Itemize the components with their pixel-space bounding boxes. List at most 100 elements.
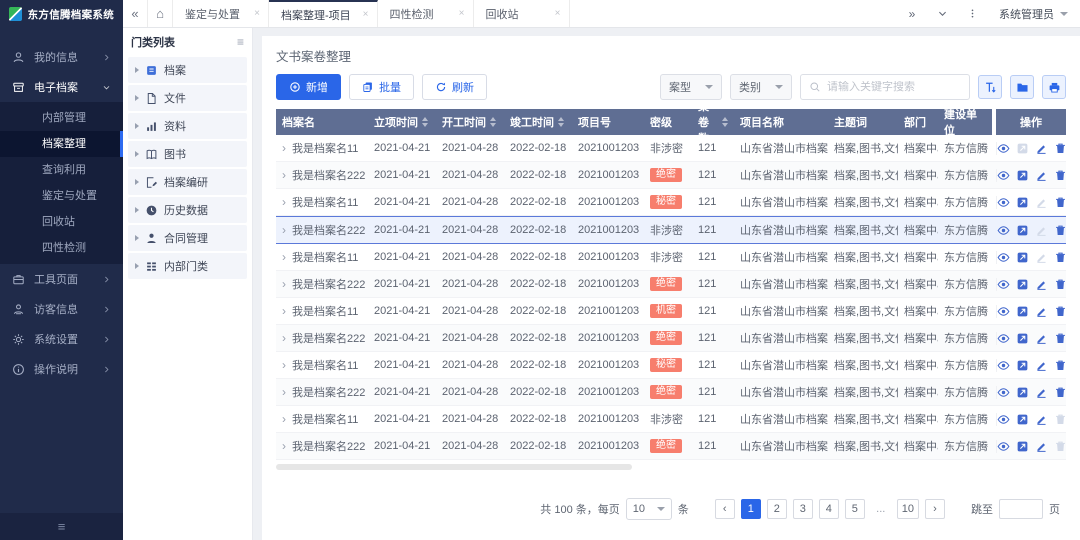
- page-button-5[interactable]: 5: [844, 499, 865, 519]
- category-select[interactable]: 类别: [730, 74, 792, 100]
- tree-item-archive[interactable]: 档案: [128, 57, 247, 83]
- relate-icon[interactable]: [1016, 413, 1029, 426]
- relate-icon[interactable]: [1016, 332, 1029, 345]
- view-icon[interactable]: [997, 196, 1010, 209]
- delete-icon[interactable]: [1054, 251, 1067, 264]
- expand-caret-icon[interactable]: [135, 95, 139, 101]
- filter-button[interactable]: [978, 75, 1002, 99]
- sort-icon[interactable]: [722, 117, 728, 127]
- close-icon[interactable]: ×: [363, 9, 369, 20]
- page-button-4[interactable]: 4: [818, 499, 839, 519]
- column-header-2[interactable]: 开工时间: [436, 109, 504, 135]
- edit-icon[interactable]: [1035, 305, 1048, 318]
- table-row[interactable]: › 我是档案名11 2021-04-21 2021-04-28 2022-02-18 20…: [276, 135, 1066, 162]
- expand-caret-icon[interactable]: [135, 207, 139, 213]
- table-row[interactable]: › 我是档案名222 2021-04-21 2021-04-28 2022-02-18 2…: [276, 216, 1066, 244]
- sidebar-collapse-button[interactable]: ≡: [0, 513, 123, 540]
- case-type-select[interactable]: 案型: [660, 74, 722, 100]
- column-header-3[interactable]: 竣工时间: [504, 109, 572, 135]
- expand-caret-icon[interactable]: [135, 151, 139, 157]
- edit-icon[interactable]: [1035, 440, 1048, 453]
- delete-icon[interactable]: [1054, 305, 1067, 318]
- relate-icon[interactable]: [1016, 440, 1029, 453]
- add-button[interactable]: 新增: [276, 74, 341, 100]
- relate-icon[interactable]: [1016, 169, 1029, 182]
- delete-icon[interactable]: [1054, 196, 1067, 209]
- tab-appraisal-disposal[interactable]: 鉴定与处置 ×: [173, 0, 269, 27]
- delete-icon[interactable]: [1054, 169, 1067, 182]
- edit-icon[interactable]: [1035, 169, 1048, 182]
- view-icon[interactable]: [997, 332, 1010, 345]
- sidebar-subitem-four-check[interactable]: 四性检测: [0, 235, 123, 261]
- expand-caret-icon[interactable]: ›: [282, 277, 286, 291]
- view-icon[interactable]: [997, 305, 1010, 318]
- delete-icon[interactable]: [1054, 332, 1067, 345]
- sort-icon[interactable]: [422, 117, 428, 127]
- table-row[interactable]: › 我是档案名222 2021-04-21 2021-04-28 2022-02-18 2…: [276, 379, 1066, 406]
- sidebar-subitem-appraisal[interactable]: 鉴定与处置: [0, 183, 123, 209]
- column-header-6[interactable]: 案卷数: [692, 101, 734, 145]
- view-icon[interactable]: [997, 359, 1010, 372]
- expand-caret-icon[interactable]: ›: [282, 385, 286, 399]
- expand-caret-icon[interactable]: [135, 179, 139, 185]
- table-row[interactable]: › 我是档案名222 2021-04-21 2021-04-28 2022-02-18 2…: [276, 162, 1066, 189]
- sidebar-subitem-query[interactable]: 查询利用: [0, 157, 123, 183]
- expand-caret-icon[interactable]: [135, 67, 139, 73]
- delete-icon[interactable]: [1054, 278, 1067, 291]
- relate-icon[interactable]: [1016, 359, 1029, 372]
- tree-item-file[interactable]: 文件: [128, 85, 247, 111]
- next-page-button[interactable]: ›: [925, 499, 945, 519]
- relate-icon[interactable]: [1016, 224, 1029, 237]
- table-row[interactable]: › 我是档案名11 2021-04-21 2021-04-28 2022-02-18 20…: [276, 189, 1066, 216]
- tab-archive-project[interactable]: 档案整理-项目 ×: [269, 0, 378, 27]
- relate-icon[interactable]: [1016, 251, 1029, 264]
- delete-icon[interactable]: [1054, 386, 1067, 399]
- edit-icon[interactable]: [1035, 332, 1048, 345]
- tab-recycle[interactable]: 回收站 ×: [473, 0, 570, 27]
- expand-caret-icon[interactable]: ›: [282, 331, 286, 345]
- sidebar-item-settings[interactable]: 系统设置: [0, 324, 123, 354]
- relate-icon[interactable]: [1016, 386, 1029, 399]
- column-header-1[interactable]: 立项时间: [368, 109, 436, 135]
- relate-icon[interactable]: [1016, 305, 1029, 318]
- panel-menu-icon[interactable]: ≡: [237, 35, 244, 49]
- expand-caret-icon[interactable]: ›: [282, 195, 286, 209]
- sidebar-item-help[interactable]: 操作说明: [0, 354, 123, 384]
- view-icon[interactable]: [997, 142, 1010, 155]
- double-chevron-right-button[interactable]: »: [897, 7, 927, 21]
- page-button-3[interactable]: 3: [792, 499, 813, 519]
- table-row[interactable]: › 我是档案名11 2021-04-21 2021-04-28 2022-02-18 20…: [276, 298, 1066, 325]
- prev-page-button[interactable]: ‹: [714, 499, 735, 519]
- sort-icon[interactable]: [558, 117, 564, 127]
- tree-item-research[interactable]: 档案编研: [128, 169, 247, 195]
- table-row[interactable]: › 我是档案名11 2021-04-21 2021-04-28 2022-02-18 20…: [276, 244, 1066, 271]
- expand-caret-icon[interactable]: ›: [282, 358, 286, 372]
- expand-caret-icon[interactable]: ›: [282, 304, 286, 318]
- table-row[interactable]: › 我是档案名222 2021-04-21 2021-04-28 2022-02-18 2…: [276, 433, 1066, 460]
- delete-icon[interactable]: [1054, 142, 1067, 155]
- edit-icon[interactable]: [1035, 142, 1048, 155]
- tabs-dropdown-button[interactable]: [927, 8, 957, 19]
- expand-caret-icon[interactable]: [135, 263, 139, 269]
- page-button-10[interactable]: 10: [896, 499, 919, 519]
- collapse-menu-button[interactable]: «: [123, 0, 148, 27]
- tree-item-history[interactable]: 历史数据: [128, 197, 247, 223]
- sidebar-item-visitor[interactable]: 访客信息: [0, 294, 123, 324]
- table-row[interactable]: › 我是档案名222 2021-04-21 2021-04-28 2022-02-18 2…: [276, 325, 1066, 352]
- relate-icon[interactable]: [1016, 278, 1029, 291]
- sidebar-subitem-internal[interactable]: 内部管理: [0, 105, 123, 131]
- export-button[interactable]: [1010, 75, 1034, 99]
- expand-caret-icon[interactable]: ›: [282, 412, 286, 426]
- sort-icon[interactable]: [490, 117, 496, 127]
- view-icon[interactable]: [997, 440, 1010, 453]
- table-row[interactable]: › 我是档案名11 2021-04-21 2021-04-28 2022-02-18 20…: [276, 406, 1066, 433]
- expand-caret-icon[interactable]: [135, 235, 139, 241]
- sidebar-subitem-recycle[interactable]: 回收站: [0, 209, 123, 235]
- page-size-select[interactable]: 10: [625, 498, 672, 520]
- print-button[interactable]: [1042, 75, 1066, 99]
- more-actions-button[interactable]: [957, 8, 987, 19]
- close-icon[interactable]: ×: [555, 8, 561, 19]
- horizontal-scrollbar-thumb[interactable]: [276, 464, 632, 470]
- home-button[interactable]: ⌂: [148, 0, 173, 27]
- expand-caret-icon[interactable]: ›: [282, 439, 286, 453]
